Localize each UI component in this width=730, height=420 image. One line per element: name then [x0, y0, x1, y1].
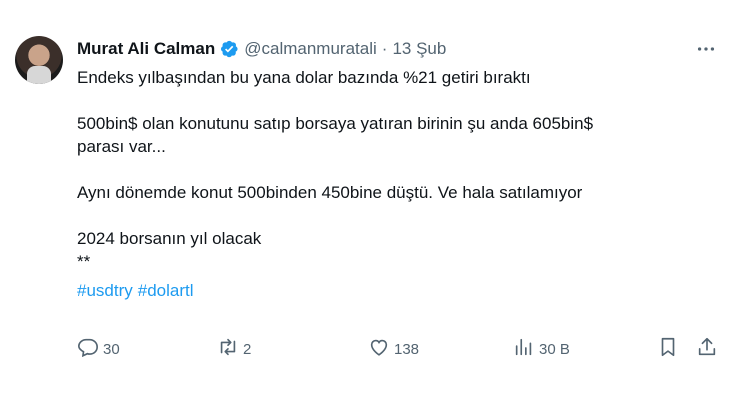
like-icon: [368, 336, 390, 362]
reply-count: 30: [103, 340, 120, 358]
share-icon: [696, 336, 718, 362]
reply-button[interactable]: 30: [77, 336, 120, 362]
verified-badge-icon[interactable]: [219, 39, 239, 59]
separator: ·: [381, 39, 388, 58]
bookmark-button[interactable]: [657, 336, 679, 362]
like-count: 138: [394, 340, 420, 358]
avatar[interactable]: [15, 36, 63, 84]
hashtag-link[interactable]: #usdtry: [77, 281, 133, 300]
tweet-line: 500bin$ olan konutunu satıp borsaya yatı…: [77, 114, 594, 133]
more-icon[interactable]: [694, 38, 718, 60]
share-button[interactable]: [696, 336, 718, 362]
tweet[interactable]: Murat Ali Calman @calmanmuratali · 13 Şu…: [0, 0, 730, 420]
views-button[interactable]: 30 B: [513, 336, 570, 362]
reply-icon: [77, 336, 99, 362]
retweet-icon: [217, 336, 239, 362]
tweet-line: **: [77, 252, 91, 271]
tweet-line: 2024 borsanın yıl olacak: [77, 229, 262, 248]
tweet-line: Endeks yılbaşından bu yana dolar bazında…: [77, 68, 531, 87]
hashtag-link[interactable]: #dolartl: [138, 281, 194, 300]
action-bar: 30 2 138 30 B: [77, 336, 717, 362]
like-button[interactable]: 138: [368, 336, 419, 362]
author-handle[interactable]: @calmanmuratali: [244, 39, 377, 59]
hashtags: #usdtry #dolartl: [77, 279, 707, 302]
tweet-line: parası var...: [77, 137, 166, 156]
tweet-date[interactable]: 13 Şub: [392, 39, 446, 59]
tweet-header: Murat Ali Calman @calmanmuratali · 13 Şu…: [77, 38, 446, 60]
views-icon: [513, 336, 535, 362]
tweet-line: Aynı dönemde konut 500binden 450bine düş…: [77, 183, 583, 202]
views-count: 30 B: [539, 340, 570, 358]
author-name[interactable]: Murat Ali Calman: [77, 39, 215, 59]
tweet-text: Endeks yılbaşından bu yana dolar bazında…: [77, 66, 707, 302]
retweet-count: 2: [243, 340, 252, 358]
retweet-button[interactable]: 2: [217, 336, 251, 362]
bookmark-icon: [657, 336, 679, 362]
